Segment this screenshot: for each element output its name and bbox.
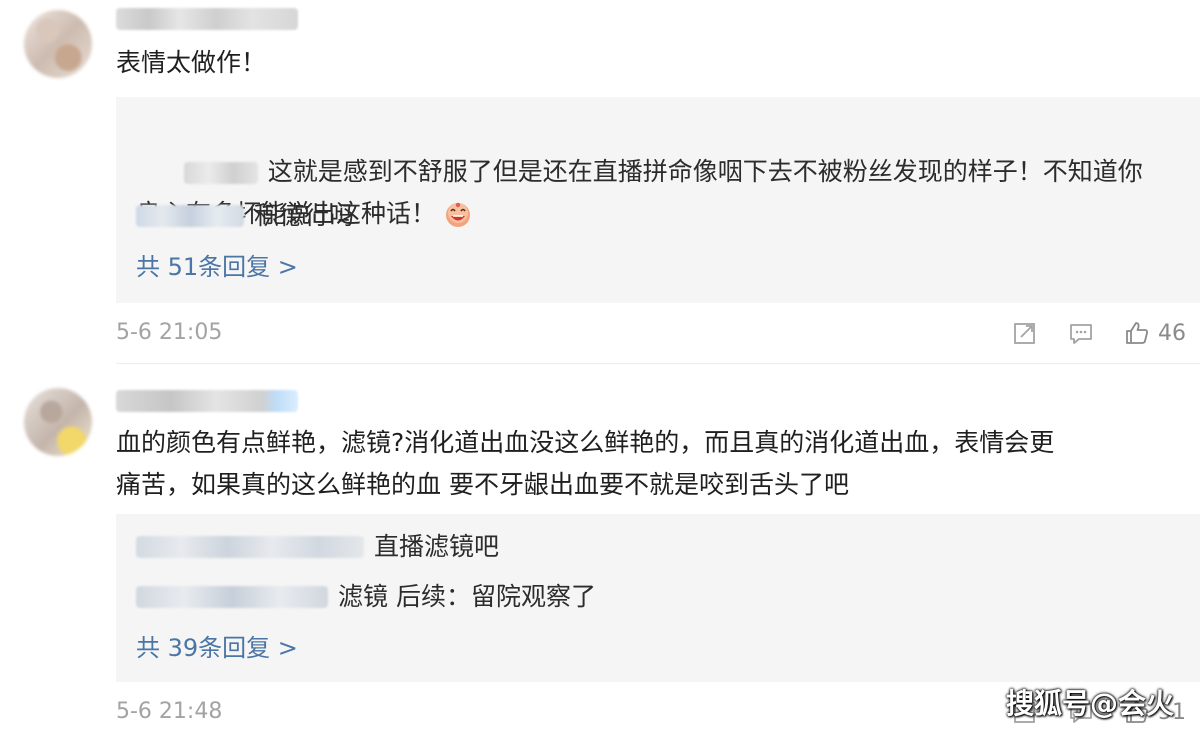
comment-text: 表情太做作！ — [116, 48, 267, 77]
laughing-emoji-icon — [446, 202, 471, 227]
reply-username-blurred[interactable] — [136, 586, 328, 608]
comment-icon — [1070, 324, 1092, 344]
reply-text: 积德行吗 — [254, 201, 355, 230]
reply-box: 这就是感到不舒服了但是还在直播拼命像咽下去不被粉丝发现的样子！不知道你 良心有多… — [116, 97, 1200, 303]
reply-username-blurred[interactable] — [183, 162, 258, 184]
comment-text: 血的颜色有点鲜艳，滤镜?消化道出血没这么鲜艳的，而且真的消化道出血，表情会更 痛… — [116, 428, 1055, 499]
reply-item: 积德行吗 — [136, 195, 354, 237]
comment-item: 血的颜色有点鲜艳，滤镜?消化道出血没这么鲜艳的，而且真的消化道出血，表情会更 痛… — [0, 364, 1200, 726]
username-blurred[interactable] — [116, 8, 298, 30]
avatar[interactable] — [24, 10, 92, 78]
source-watermark: 搜狐号@会火 — [1005, 687, 1174, 720]
view-more-replies-link[interactable]: 共 39条回复 > — [136, 630, 298, 666]
like-button[interactable]: 46 — [1124, 320, 1186, 346]
reply-username-blurred[interactable] — [136, 536, 364, 558]
comment-meta: 5-6 21:05 46 — [0, 315, 1200, 351]
like-count: 46 — [1158, 320, 1186, 346]
comment-actions: 46 — [982, 315, 1186, 351]
reply-text: 直播滤镜吧 — [374, 532, 500, 561]
share-button[interactable] — [1012, 320, 1038, 346]
username-blurred[interactable] — [116, 390, 298, 412]
timestamp: 5-6 21:48 — [116, 699, 223, 724]
reply-button[interactable] — [1068, 320, 1094, 346]
reply-username-blurred[interactable] — [136, 205, 244, 227]
share-icon — [1014, 323, 1035, 344]
reply-text: 滤镜 后续：留院观察了 — [338, 582, 596, 611]
reply-box: 直播滤镜吧 滤镜 后续：留院观察了 共 39条回复 > — [116, 514, 1200, 682]
timestamp: 5-6 21:05 — [116, 320, 223, 345]
view-more-replies-link[interactable]: 共 51条回复 > — [136, 249, 298, 285]
avatar[interactable] — [24, 388, 92, 456]
reply-item: 滤镜 后续：留院观察了 — [136, 576, 596, 618]
comment-item: 表情太做作！ 这就是感到不舒服了但是还在直播拼命像咽下去不被粉丝发现的样子！不知… — [0, 0, 1200, 362]
thumbs-up-icon — [1126, 322, 1148, 344]
reply-item: 直播滤镜吧 — [136, 526, 499, 568]
